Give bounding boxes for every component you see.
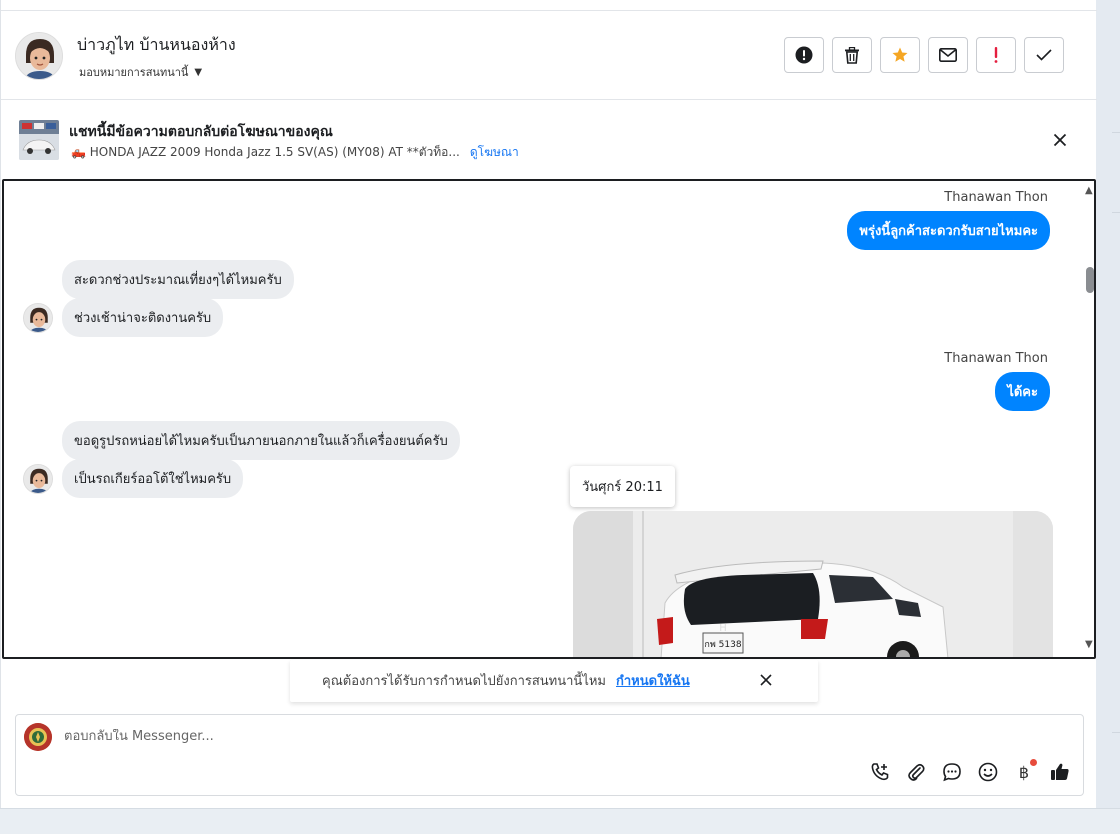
- attach-button[interactable]: [906, 761, 926, 783]
- message-composer: ฿: [15, 714, 1084, 796]
- outgoing-message[interactable]: ได้คะ: [995, 372, 1050, 411]
- close-banner-button[interactable]: [1050, 130, 1070, 150]
- paperclip-icon: [908, 763, 925, 781]
- exclamation-icon: [994, 47, 998, 63]
- chat-scrollbar[interactable]: ▲ ▼: [1083, 181, 1094, 657]
- emoji-button[interactable]: [978, 761, 998, 783]
- incoming-message[interactable]: ช่วงเช้าน่าจะติดงานครับ: [62, 298, 224, 337]
- view-ad-link[interactable]: ดูโฆษณา: [470, 143, 519, 162]
- delete-button[interactable]: [832, 37, 872, 73]
- license-plate: กพ 5138: [704, 640, 741, 650]
- phone-plus-icon: [871, 763, 889, 781]
- scroll-thumb[interactable]: [1086, 267, 1094, 293]
- assign-dropdown[interactable]: มอบหมายการสนทนานี้ ▼: [79, 63, 202, 81]
- contact-avatar[interactable]: [15, 32, 63, 80]
- ad-subtitle-row: 🛻 HONDA JAZZ 2009 Honda Jazz 1.5 SV(AS) …: [71, 143, 519, 162]
- ad-subtitle: 🛻 HONDA JAZZ 2009 Honda Jazz 1.5 SV(AS) …: [71, 145, 460, 159]
- contact-avatar-small: [23, 464, 53, 494]
- star-icon: [892, 47, 908, 62]
- assign-to-me-link[interactable]: กำหนดให้ฉัน: [616, 670, 690, 691]
- timestamp-tooltip: วันศุกร์ 20:11: [570, 466, 675, 507]
- honda-logo: H: [719, 623, 727, 634]
- mark-spam-button[interactable]: [784, 37, 824, 73]
- scroll-up-icon[interactable]: ▲: [1085, 185, 1093, 196]
- action-toolbar: [784, 37, 1064, 73]
- follow-up-button[interactable]: [976, 37, 1016, 73]
- contact-avatar-small: [23, 303, 53, 333]
- contact-name: บ่าวภูไท บ้านหนองห้าง: [77, 35, 236, 54]
- scroll-down-icon[interactable]: ▼: [1085, 639, 1093, 650]
- composer-toolbar: ฿: [870, 759, 1070, 783]
- conversation-panel: บ่าวภูไท บ้านหนองห้าง มอบหมายการสนทนานี้…: [0, 0, 1097, 808]
- sender-name: Thanawan Thon: [944, 351, 1048, 366]
- saved-replies-button[interactable]: [942, 761, 962, 783]
- incoming-message[interactable]: เป็นรถเกียร์ออโต้ใช่ไหมครับ: [62, 459, 244, 498]
- divider: [1112, 132, 1120, 133]
- envelope-icon: [939, 48, 957, 62]
- message-thread[interactable]: Thanawan Thon พรุ่งนี้ลูกค้าสะดวกรับสายไ…: [2, 179, 1096, 659]
- chat-bubble-icon: [943, 763, 961, 782]
- ad-banner-title: แชทนี้มีข้อความตอบกลับต่อโฆษณาของคุณ: [69, 124, 333, 140]
- bottom-bar: [0, 808, 1120, 834]
- assign-prompt-text: คุณต้องการได้รับการกำหนดไปยังการสนทนานี้…: [322, 674, 606, 689]
- incoming-message[interactable]: ขอดูรูปรถหน่อยได้ไหมครับเป็นภายนอกภายในแ…: [62, 421, 460, 460]
- done-button[interactable]: [1024, 37, 1064, 73]
- alert-circle-icon: [795, 46, 813, 64]
- ad-reply-banner: แชทนี้มีข้อความตอบกลับต่อโฆษณาของคุณ 🛻 H…: [1, 100, 1097, 179]
- close-icon: [760, 674, 772, 686]
- mark-unread-button[interactable]: [928, 37, 968, 73]
- smiley-icon: [978, 762, 998, 782]
- like-button[interactable]: [1050, 761, 1070, 783]
- star-button[interactable]: [880, 37, 920, 73]
- conversation-header: บ่าวภูไท บ้านหนองห้าง มอบหมายการสนทนานี้…: [1, 11, 1097, 100]
- call-button[interactable]: [870, 761, 890, 783]
- caret-down-icon: ▼: [194, 66, 203, 78]
- assign-label: มอบหมายการสนทนานี้: [79, 66, 189, 79]
- divider: [1112, 212, 1120, 213]
- reply-input[interactable]: [64, 729, 964, 744]
- check-icon: [1036, 49, 1052, 61]
- ad-thumbnail[interactable]: [19, 120, 59, 160]
- incoming-message[interactable]: สะดวกช่วงประมาณเที่ยงๆได้ไหมครับ: [62, 260, 294, 299]
- side-panel-edge: [1096, 0, 1120, 808]
- notification-dot: [1030, 759, 1037, 766]
- divider: [1112, 732, 1120, 733]
- car-photo-attachment[interactable]: กพ 5138 H: [573, 511, 1053, 657]
- assign-prompt: คุณต้องการได้รับการกำหนดไปยังการสนทนานี้…: [290, 660, 818, 702]
- page-avatar: [24, 723, 52, 751]
- baht-icon: ฿: [1018, 762, 1030, 782]
- sender-name: Thanawan Thon: [944, 190, 1048, 205]
- payment-button[interactable]: ฿: [1014, 759, 1037, 783]
- close-icon: [1053, 133, 1067, 147]
- outgoing-message[interactable]: พรุ่งนี้ลูกค้าสะดวกรับสายไหมคะ: [847, 211, 1050, 250]
- thumbs-up-icon: [1051, 763, 1069, 780]
- close-prompt-button[interactable]: [757, 671, 775, 689]
- trash-icon: [845, 46, 859, 64]
